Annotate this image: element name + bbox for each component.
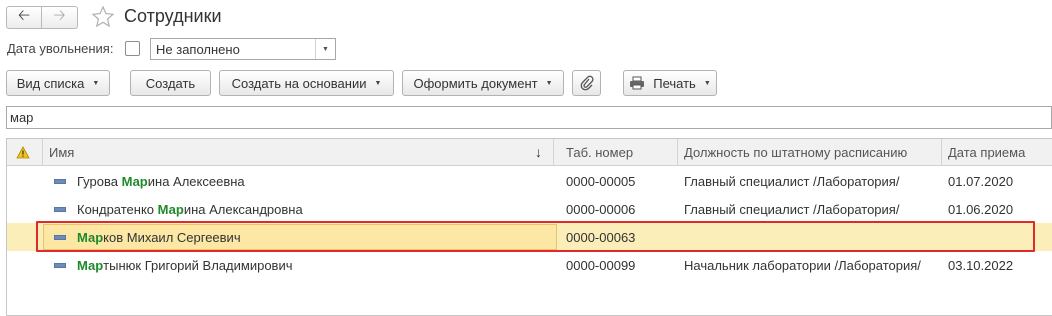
dismissal-date-checkbox[interactable] bbox=[125, 41, 140, 56]
search-text: мар bbox=[10, 110, 34, 125]
page-title: Сотрудники bbox=[124, 6, 222, 26]
warning-column-header[interactable] bbox=[7, 139, 43, 166]
view-list-button[interactable]: Вид списка ▼ bbox=[6, 70, 110, 96]
chevron-down-icon: ▼ bbox=[92, 79, 100, 87]
column-header-hire-date[interactable]: Дата приема bbox=[942, 139, 1052, 166]
search-input[interactable]: мар bbox=[6, 106, 1052, 129]
employee-icon bbox=[54, 179, 66, 184]
create-based-button[interactable]: Создать на основании ▼ bbox=[219, 70, 394, 96]
back-button[interactable]: 🡠 bbox=[6, 6, 42, 29]
chevron-down-icon: ▼ bbox=[703, 79, 711, 87]
favorite-star-icon[interactable] bbox=[91, 5, 115, 29]
position: Главный специалист /Лаборатория/ bbox=[684, 202, 900, 217]
chevron-down-icon: ▼ bbox=[545, 79, 553, 87]
position: Начальник лаборатории /Лаборатория/ bbox=[684, 258, 921, 273]
column-header-name[interactable]: Имя bbox=[43, 139, 554, 166]
chevron-down-icon[interactable]: ▼ bbox=[315, 39, 335, 59]
employees-table: Имя ↓ Таб. номер Должность по штатному р… bbox=[6, 138, 1052, 316]
dismissal-date-value: Не заполнено bbox=[156, 42, 240, 57]
column-header-position[interactable]: Должность по штатному расписанию bbox=[678, 139, 942, 166]
hire-date: 01.06.2020 bbox=[948, 202, 1014, 217]
sort-descending-icon[interactable]: ↓ bbox=[535, 144, 542, 160]
create-label: Создать bbox=[145, 75, 196, 91]
tab-number: 0000-00005 bbox=[566, 174, 636, 189]
dismissal-date-label: Дата увольнения: bbox=[7, 41, 114, 56]
dismissal-date-select[interactable]: Не заполнено ▼ bbox=[150, 38, 336, 60]
employee-name: Мартынюк Григорий Владимирович bbox=[77, 258, 293, 273]
arrow-right-icon: 🡢 bbox=[53, 7, 66, 24]
employee-name: Кондратенко Марина Александровна bbox=[77, 202, 303, 217]
forward-button[interactable]: 🡢 bbox=[42, 6, 78, 29]
table-row[interactable]: Кондратенко Марина Александровна 0000-00… bbox=[7, 195, 1052, 223]
table-header: Имя ↓ Таб. номер Должность по штатному р… bbox=[7, 139, 1052, 166]
arrow-left-icon: 🡠 bbox=[17, 7, 31, 24]
paperclip-icon bbox=[580, 75, 594, 91]
tab-number: 0000-00099 bbox=[566, 258, 636, 273]
view-list-label: Вид списка bbox=[16, 75, 85, 91]
position: Главный специалист /Лаборатория/ bbox=[684, 174, 900, 189]
warning-icon bbox=[16, 146, 30, 159]
employee-icon bbox=[54, 207, 66, 212]
employee-name: Гурова Марина Алексеевна bbox=[77, 174, 245, 189]
tab-number: 0000-00006 bbox=[566, 202, 636, 217]
employee-icon bbox=[54, 263, 66, 268]
create-based-label: Создать на основании bbox=[231, 75, 367, 91]
print-button[interactable]: Печать ▼ bbox=[623, 70, 717, 96]
chevron-down-icon: ▼ bbox=[374, 79, 382, 87]
make-document-label: Оформить документ bbox=[413, 75, 538, 91]
make-document-button[interactable]: Оформить документ ▼ bbox=[402, 70, 564, 96]
attach-button[interactable] bbox=[572, 70, 601, 96]
printer-icon bbox=[630, 76, 645, 90]
table-row[interactable]: Гурова Марина Алексеевна 0000-00005 Глав… bbox=[7, 167, 1052, 195]
column-header-tab-number[interactable]: Таб. номер bbox=[560, 139, 678, 166]
hire-date: 01.07.2020 bbox=[948, 174, 1014, 189]
annotation-highlight-frame bbox=[36, 221, 1035, 252]
hire-date: 03.10.2022 bbox=[948, 258, 1014, 273]
create-button[interactable]: Создать bbox=[130, 70, 211, 96]
table-row[interactable]: Мартынюк Григорий Владимирович 0000-0009… bbox=[7, 251, 1052, 279]
print-label: Печать bbox=[653, 75, 696, 91]
